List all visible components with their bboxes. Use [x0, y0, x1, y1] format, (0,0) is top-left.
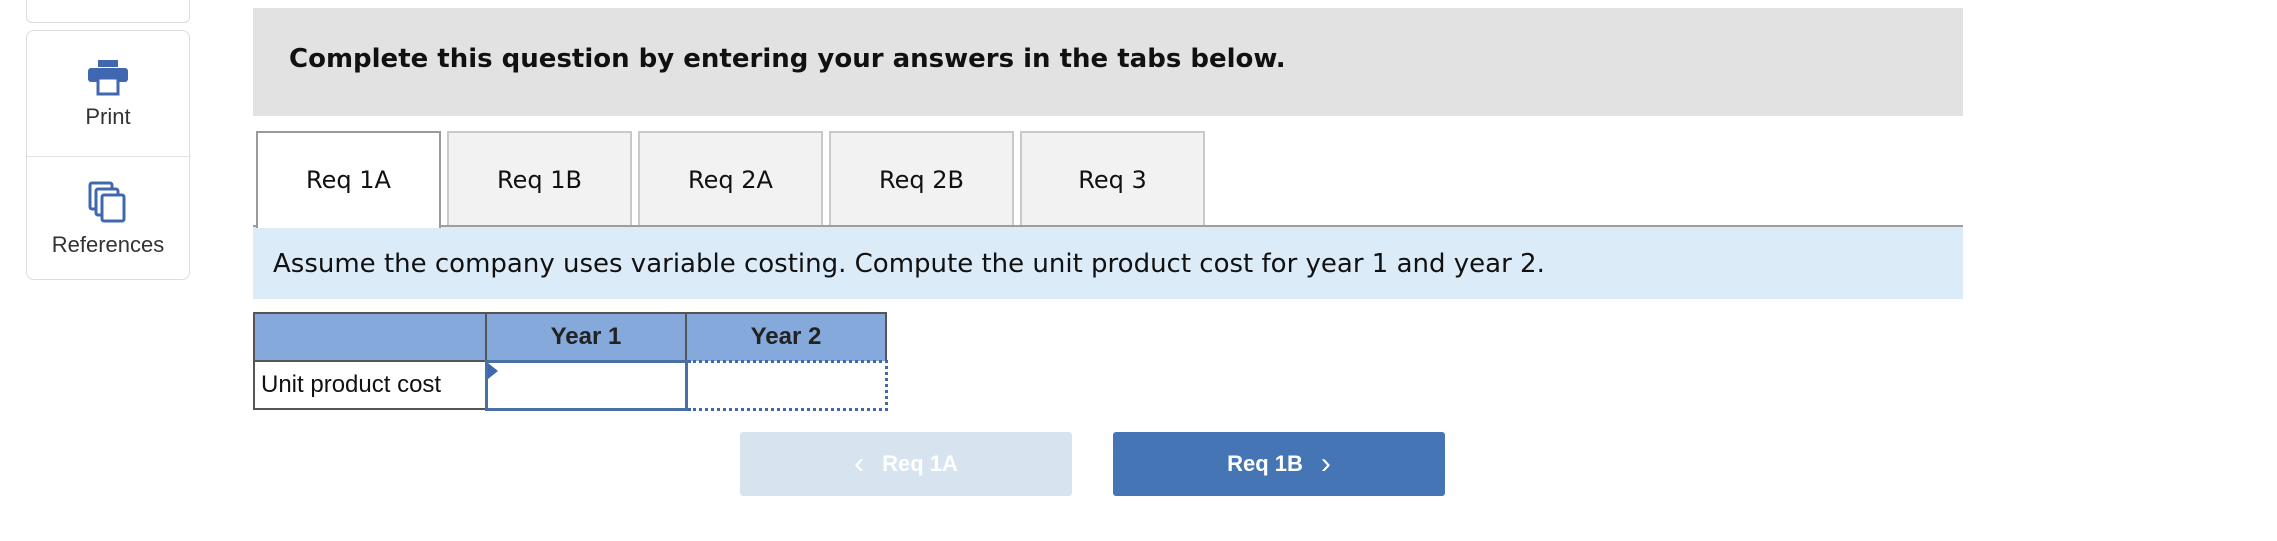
- print-label: Print: [85, 104, 131, 129]
- prompt-text: Assume the company uses variable costing…: [273, 249, 1545, 279]
- references-button[interactable]: References: [26, 180, 190, 258]
- print-button[interactable]: Print: [26, 58, 190, 130]
- next-req-label: Req 1B: [1227, 451, 1303, 476]
- table-header-row: Year 1 Year 2: [253, 312, 887, 362]
- documents-icon: [88, 181, 126, 223]
- printer-icon: [88, 60, 128, 96]
- tab-req-2a[interactable]: Req 2A: [638, 131, 823, 225]
- active-cell-marker: [487, 362, 498, 379]
- tab-req-2b[interactable]: Req 2B: [829, 131, 1014, 225]
- tab-req-3[interactable]: Req 3: [1020, 131, 1205, 225]
- tab-req-1b[interactable]: Req 1B: [447, 131, 632, 225]
- table-row: Unit product cost: [253, 359, 888, 411]
- prev-req-label: Req 1A: [882, 451, 958, 476]
- tools-divider: [27, 156, 191, 157]
- header-year-2: Year 2: [685, 312, 887, 362]
- chevron-left-icon: ‹: [854, 447, 865, 480]
- unit-product-cost-year-1-input[interactable]: [487, 362, 685, 408]
- header-blank: [253, 312, 487, 362]
- row-label-unit-product-cost: Unit product cost: [253, 360, 487, 410]
- year-1-cell: [484, 359, 688, 411]
- unit-product-cost-year-2-input[interactable]: [687, 362, 885, 408]
- year-2-cell: [684, 359, 888, 411]
- tab-req-1a[interactable]: Req 1A: [256, 131, 441, 228]
- header-year-1: Year 1: [485, 312, 687, 362]
- prev-req-button[interactable]: ‹ Req 1A: [740, 432, 1072, 496]
- answer-table: Year 1 Year 2 Unit product cost: [253, 312, 888, 411]
- next-req-button[interactable]: Req 1B ›: [1113, 432, 1445, 496]
- instruction-text: Complete this question by entering your …: [289, 44, 1286, 74]
- chevron-right-icon: ›: [1320, 447, 1331, 480]
- question-prompt: Assume the company uses variable costing…: [253, 227, 1963, 299]
- tools-panel-top-edge: [26, 0, 190, 23]
- references-label: References: [51, 232, 165, 257]
- instruction-banner: Complete this question by entering your …: [253, 8, 1963, 116]
